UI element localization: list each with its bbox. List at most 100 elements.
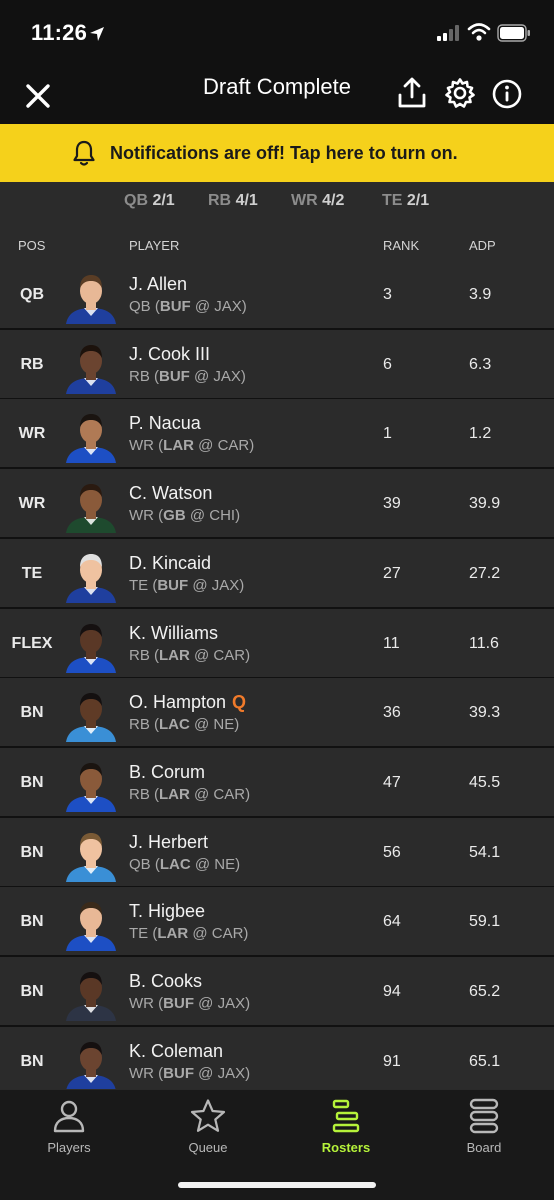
player-opponent: @ JAX xyxy=(194,298,242,315)
player-adp: 27.2 xyxy=(469,565,501,582)
player-name: D. Kincaid xyxy=(129,553,211,574)
count-te-value: 2/1 xyxy=(406,192,430,209)
player-team: BUF xyxy=(163,1065,194,1082)
share-icon[interactable] xyxy=(396,76,428,110)
tab-queue-label: Queue xyxy=(188,1140,228,1155)
player-adp: 59.1 xyxy=(469,913,501,930)
battery-icon xyxy=(497,24,530,42)
tab-rosters[interactable]: Rosters xyxy=(277,1098,415,1155)
roster-row[interactable]: TE D. Kincaid TE (BUF @ JAX) 27 27.2 xyxy=(0,539,554,607)
player-opponent: @ CAR xyxy=(194,647,246,664)
location-arrow-icon xyxy=(90,27,104,41)
player-team-info: QB (LAC @ NE) xyxy=(129,856,241,873)
roster-row[interactable]: RB J. Cook III RB (BUF @ JAX) 6 6.3 xyxy=(0,330,554,398)
player-adp: 6.3 xyxy=(469,356,492,373)
player-rank: 36 xyxy=(383,704,401,721)
player-rank: 64 xyxy=(383,913,401,930)
tab-players[interactable]: Players xyxy=(0,1098,138,1155)
player-name: B. Cooks xyxy=(129,971,202,992)
bell-icon xyxy=(73,140,95,166)
player-team-info: RB (LAR @ CAR) xyxy=(129,786,251,803)
player-team-info: WR (BUF @ JAX) xyxy=(129,1065,251,1082)
player-team-info: RB (BUF @ JAX) xyxy=(129,368,246,385)
roster-row[interactable]: BN B. Cooks WR (BUF @ JAX) 94 65.2 xyxy=(0,957,554,1025)
roster-slot: BN xyxy=(20,704,44,721)
player-team-info: TE (BUF @ JAX) xyxy=(129,577,245,594)
player-team-info: RB (LAR @ CAR) xyxy=(129,647,251,664)
count-te-label: TE xyxy=(382,192,403,209)
roster-slot: BN xyxy=(20,844,44,861)
roster-row[interactable]: FLEX K. Williams RB (LAR @ CAR) 11 11.6 xyxy=(0,609,554,677)
roster-slot: BN xyxy=(20,983,44,1000)
player-name-text: C. Watson xyxy=(129,483,213,503)
count-rb: RB 4/1 xyxy=(208,192,258,210)
notifications-banner[interactable]: Notifications are off! Tap here to turn … xyxy=(0,124,554,182)
player-position: RB xyxy=(129,368,150,385)
player-name-text: T. Higbee xyxy=(129,901,206,921)
page-title-text: Draft Complete xyxy=(203,74,351,99)
player-headshot xyxy=(66,833,116,882)
player-team: LAR xyxy=(157,925,189,942)
player-rank: 3 xyxy=(383,286,392,303)
roster-slot: RB xyxy=(20,356,44,373)
player-opponent: @ CAR xyxy=(192,925,244,942)
roster-row[interactable]: BN J. Herbert QB (LAC @ NE) 56 54.1 xyxy=(0,818,554,886)
player-team: LAR xyxy=(159,647,190,664)
roster-row[interactable]: BN T. Higbee TE (LAR @ CAR) 64 59.1 xyxy=(0,887,554,955)
player-opponent: @ NE xyxy=(194,856,236,873)
player-team: LAR xyxy=(163,437,194,454)
roster-row[interactable]: WR C. Watson WR (GB @ CHI) 39 39.9 xyxy=(0,469,554,537)
roster-row[interactable]: BN B. Corum RB (LAR @ CAR) 47 45.5 xyxy=(0,748,554,816)
count-qb: QB 2/1 xyxy=(124,192,175,210)
status-bar: 11:26 xyxy=(0,0,554,66)
player-position: TE xyxy=(129,925,149,942)
tab-queue[interactable]: Queue xyxy=(139,1098,277,1155)
player-team-info: RB (LAC @ NE) xyxy=(129,716,240,733)
player-adp: 39.3 xyxy=(469,704,501,721)
player-headshot xyxy=(66,414,116,463)
rosters-icon xyxy=(332,1099,360,1133)
player-name: O. Hampton Q xyxy=(129,692,246,713)
roster-slot: TE xyxy=(21,565,43,582)
player-position: TE xyxy=(129,577,149,594)
player-team: BUF xyxy=(157,577,189,594)
player-name: K. Williams xyxy=(129,623,218,644)
roster-slot: BN xyxy=(20,913,44,930)
player-adp: 3.9 xyxy=(469,286,492,303)
wifi-icon xyxy=(467,23,491,41)
player-name: J. Cook III xyxy=(129,344,210,365)
star-icon xyxy=(190,1099,226,1132)
player-position: QB xyxy=(129,856,151,873)
player-rank: 27 xyxy=(383,565,401,582)
player-rank: 11 xyxy=(383,635,400,652)
player-headshot xyxy=(66,972,116,1021)
player-name: C. Watson xyxy=(129,483,212,504)
player-team-info: WR (BUF @ JAX) xyxy=(129,995,251,1012)
roster-row[interactable]: WR P. Nacua WR (LAR @ CAR) 1 1.2 xyxy=(0,399,554,467)
player-position: RB xyxy=(129,786,150,803)
roster-row[interactable]: BN O. Hampton Q RB (LAC @ NE) 36 39.3 xyxy=(0,678,554,746)
roster-slot: WR xyxy=(18,495,46,512)
player-team-info: TE (LAR @ CAR) xyxy=(129,925,249,942)
player-name-text: J. Allen xyxy=(129,274,188,294)
player-headshot xyxy=(66,763,116,812)
player-name: K. Coleman xyxy=(129,1041,223,1062)
player-position: WR xyxy=(129,995,154,1012)
notifications-banner-text: Notifications are off! Tap here to turn … xyxy=(110,143,458,163)
player-position: QB xyxy=(129,298,151,315)
player-team: LAR xyxy=(159,786,190,803)
info-icon[interactable] xyxy=(492,79,522,109)
tab-rosters-label: Rosters xyxy=(321,1140,371,1155)
player-rank: 91 xyxy=(383,1053,401,1070)
player-opponent: @ CHI xyxy=(189,507,236,524)
gear-icon[interactable] xyxy=(444,77,476,109)
roster-row[interactable]: QB J. Allen QB (BUF @ JAX) 3 3.9 xyxy=(0,260,554,328)
player-adp: 54.1 xyxy=(469,844,501,861)
player-headshot xyxy=(66,484,116,533)
roster-row[interactable]: BN K. Coleman WR (BUF @ JAX) 91 65.1 xyxy=(0,1027,554,1089)
count-qb-value: 2/1 xyxy=(152,192,175,209)
tab-board[interactable]: Board xyxy=(415,1098,553,1155)
player-headshot xyxy=(66,345,116,394)
col-header-pos: POS xyxy=(18,238,46,253)
col-header-player: PLAYER xyxy=(129,238,180,253)
